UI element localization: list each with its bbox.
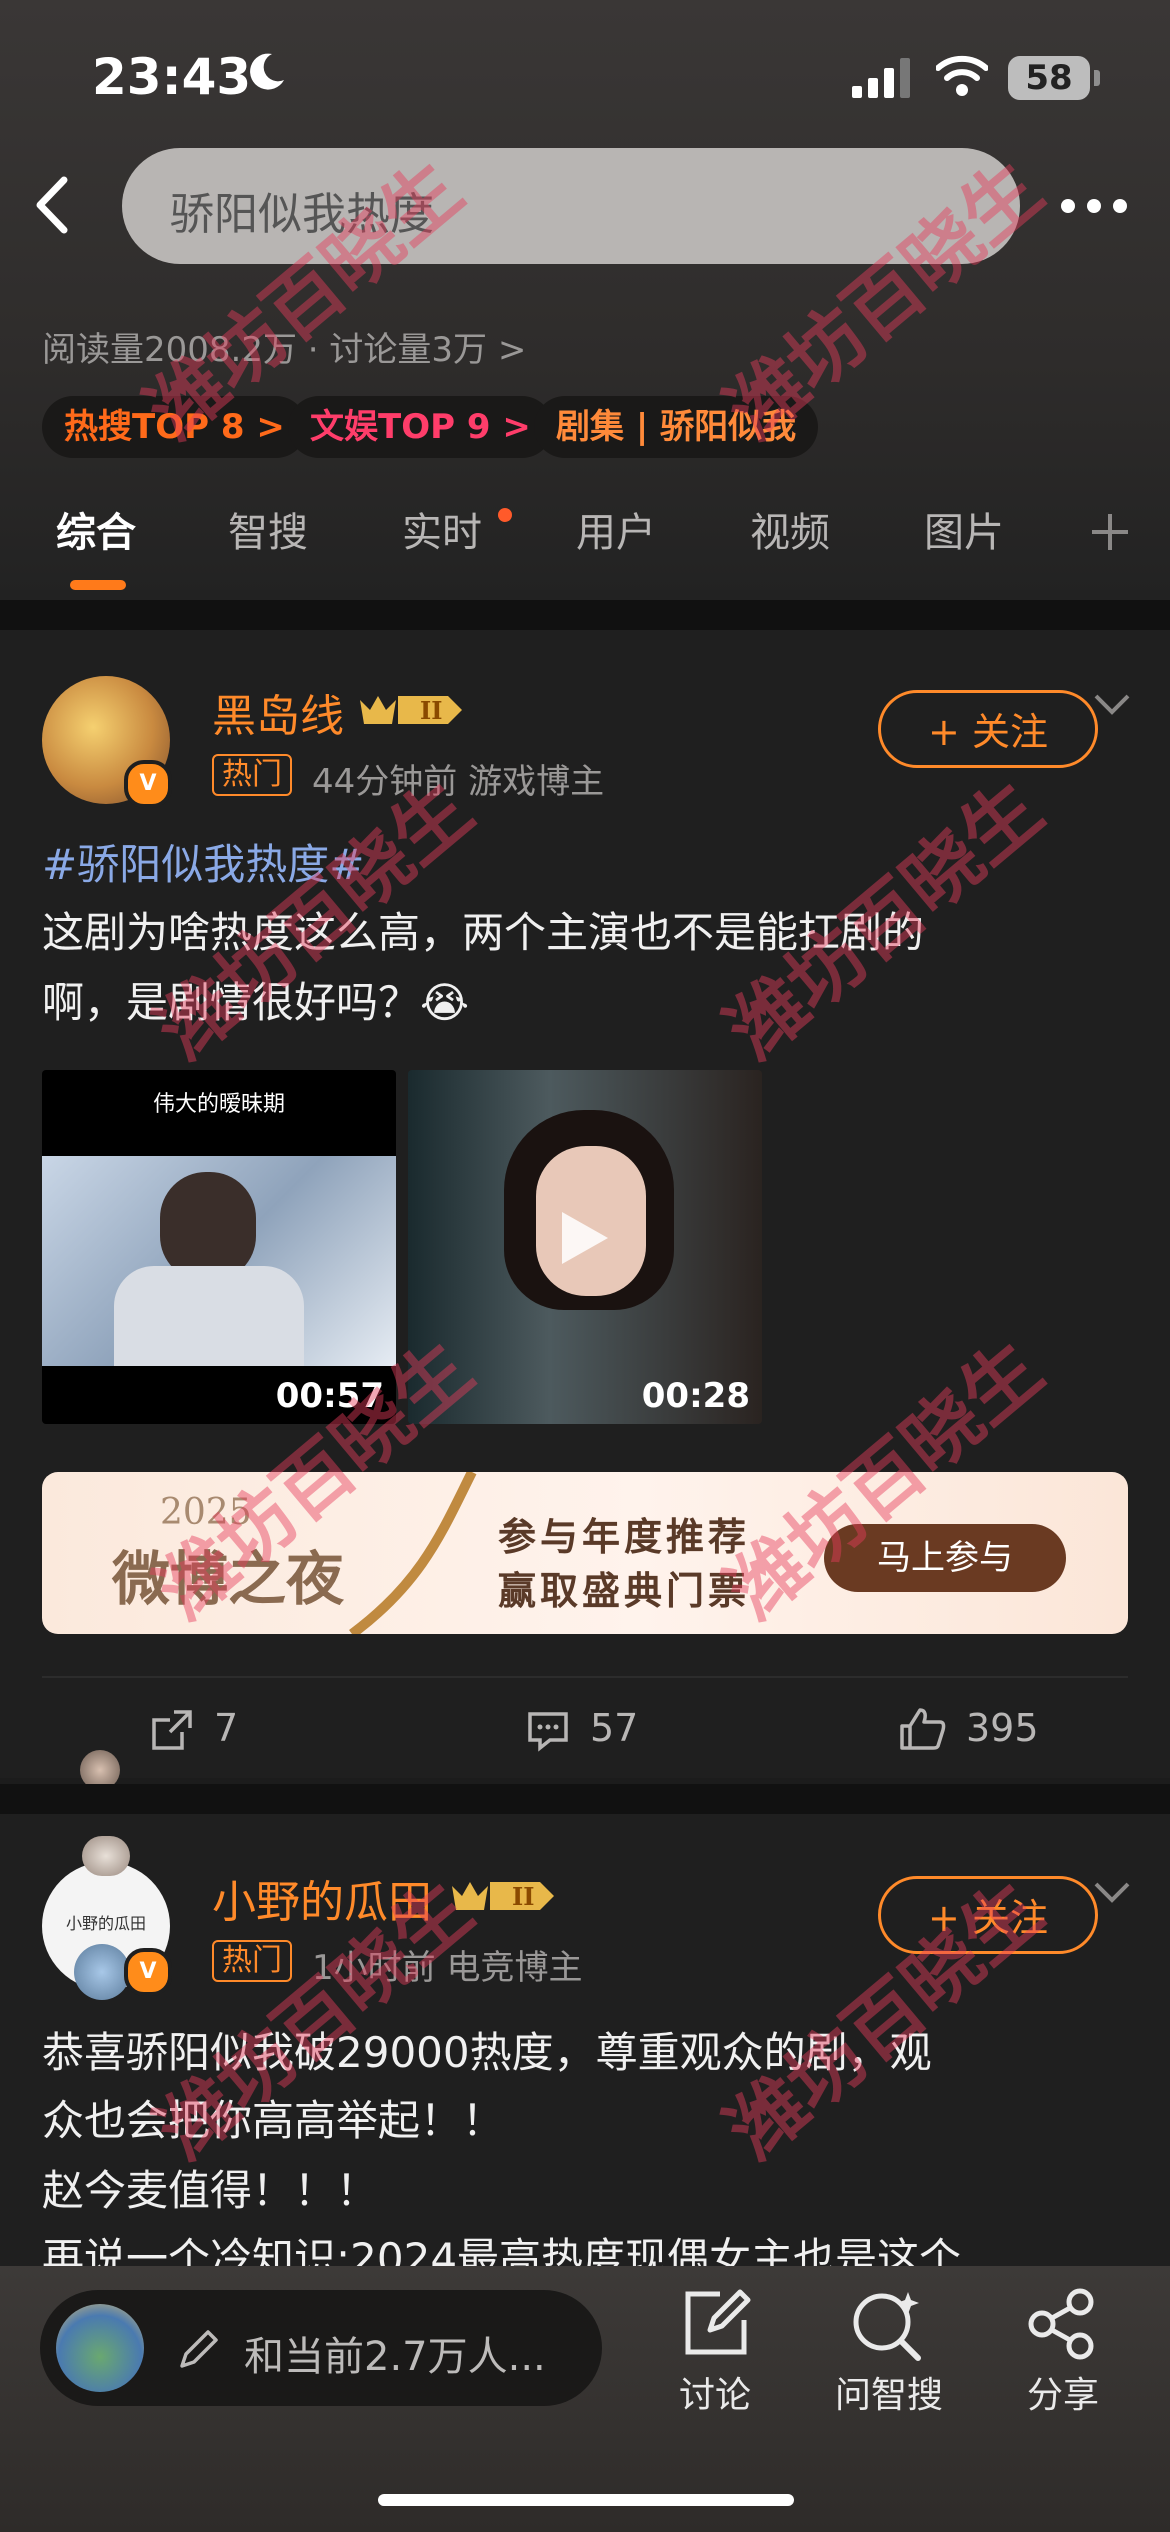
- repost-count[interactable]: 7: [214, 1706, 238, 1750]
- wifi-icon: [936, 55, 988, 96]
- new-content-dot: [498, 508, 512, 522]
- play-icon: [562, 1212, 608, 1264]
- vip-level-text: II: [512, 1882, 534, 1911]
- active-tab-indicator: [70, 580, 126, 590]
- tab-users[interactable]: 用户: [576, 500, 656, 558]
- tab-smart-search[interactable]: 智搜: [228, 500, 308, 558]
- back-arrow-icon[interactable]: [28, 170, 78, 240]
- discuss-icon[interactable]: [680, 2288, 752, 2360]
- ask-search-icon[interactable]: [850, 2288, 926, 2362]
- verified-badge-icon: V: [124, 1948, 172, 1996]
- status-time: 23:43: [92, 48, 252, 106]
- entertainment-rank-pill[interactable]: 文娱TOP 9 >: [288, 396, 553, 458]
- vip-badge-icon: II: [360, 696, 462, 725]
- compose-placeholder: 和当前2.7万人...: [244, 2334, 546, 2380]
- hot-tag: 热门: [212, 754, 292, 796]
- moon-icon: [250, 53, 284, 90]
- divider: [42, 1676, 1128, 1678]
- avatar-text: 小野的瓜田: [65, 1914, 146, 1933]
- add-tab-icon[interactable]: [1088, 510, 1132, 554]
- tab-comprehensive[interactable]: 综合: [56, 500, 136, 558]
- ask-label[interactable]: 问智搜: [824, 2366, 954, 2418]
- section-separator: [0, 600, 1170, 630]
- more-options-icon[interactable]: [1058, 188, 1130, 224]
- chevron-down-icon[interactable]: [1092, 692, 1132, 718]
- discuss-label[interactable]: 讨论: [650, 2366, 780, 2418]
- home-indicator: [378, 2494, 794, 2506]
- cellular-signal-icon: [852, 58, 910, 98]
- vip-level-text: II: [420, 696, 442, 725]
- user-avatar: [56, 2304, 144, 2392]
- video-frame: [42, 1156, 396, 1366]
- person-body: [114, 1266, 304, 1366]
- section-separator: [0, 1784, 1170, 1814]
- video-caption: 伟大的暧昧期: [152, 1092, 285, 1117]
- pencil-icon: [180, 2330, 218, 2368]
- avatar-decoration: [82, 1836, 130, 1876]
- comment-icon[interactable]: [526, 1708, 570, 1752]
- tab-bar: 综合 智搜 实时 用户 视频 图片: [0, 500, 1170, 590]
- compose-input[interactable]: 和当前2.7万人...: [40, 2290, 602, 2406]
- repost-icon[interactable]: [150, 1708, 194, 1752]
- share-icon[interactable]: [1026, 2288, 1098, 2360]
- username[interactable]: 黑岛线: [212, 680, 344, 744]
- video-duration: 00:28: [641, 1376, 750, 1416]
- chevron-down-icon[interactable]: [1092, 1880, 1132, 1906]
- verified-badge-icon: V: [124, 760, 172, 808]
- like-icon[interactable]: [898, 1706, 946, 1752]
- tab-realtime[interactable]: 实时: [402, 500, 482, 558]
- tab-images[interactable]: 图片: [924, 500, 1004, 558]
- battery-indicator: 58: [1008, 56, 1090, 100]
- battery-cap: [1094, 70, 1100, 86]
- video-thumbnail[interactable]: 伟大的暧昧期 00:57: [42, 1070, 396, 1424]
- like-count[interactable]: 395: [966, 1706, 1039, 1750]
- share-label[interactable]: 分享: [998, 2366, 1128, 2418]
- avatar-inset: [74, 1944, 130, 2000]
- comment-count[interactable]: 57: [590, 1706, 638, 1750]
- tab-videos[interactable]: 视频: [750, 500, 830, 558]
